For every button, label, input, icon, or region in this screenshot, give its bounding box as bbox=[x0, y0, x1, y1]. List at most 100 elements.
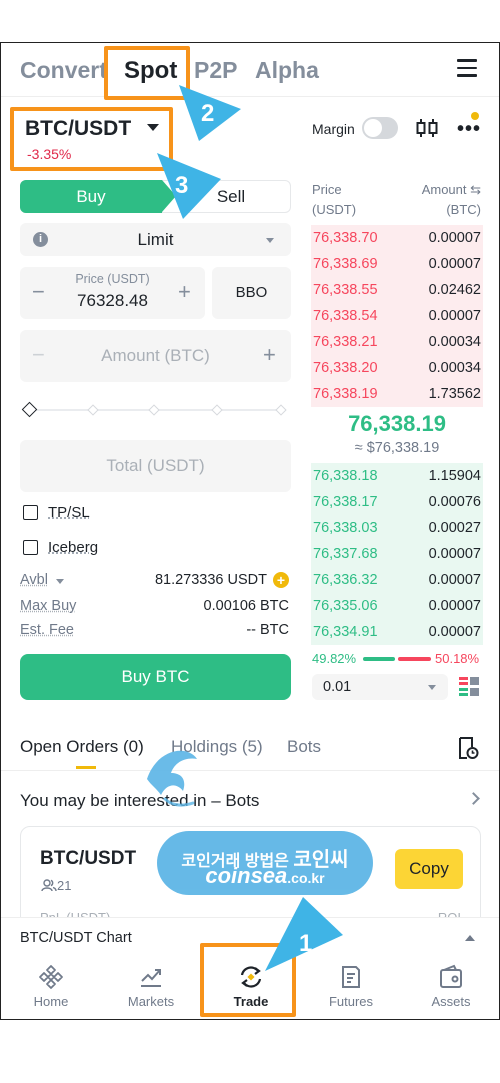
ob-amount-header[interactable]: Amount ⇆ (BTC) bbox=[422, 180, 481, 220]
tab-convert[interactable]: Convert bbox=[20, 57, 107, 84]
avbl-label[interactable]: Avbl bbox=[20, 572, 48, 588]
bid-price: 76,337.68 bbox=[313, 546, 378, 562]
dolphin-logo-icon bbox=[147, 750, 197, 807]
watermark-tld: .co.kr bbox=[287, 870, 325, 886]
price-input[interactable]: − Price (USDT) 76328.48 + bbox=[20, 267, 205, 319]
bid-row[interactable]: 76,338.03 0.00027 bbox=[311, 515, 483, 541]
more-options-icon[interactable]: ••• bbox=[457, 119, 481, 139]
last-price-usd: ≈ $76,338.19 bbox=[354, 440, 440, 456]
candlestick-chart-icon[interactable] bbox=[415, 117, 439, 139]
ask-price: 76,338.69 bbox=[313, 256, 378, 272]
orders-tab-bar: Open Orders (0) Holdings (5) Bots bbox=[1, 731, 499, 771]
orderbook-layout-icon[interactable] bbox=[458, 676, 480, 698]
active-tab-indicator bbox=[76, 766, 96, 769]
total-placeholder: Total (USDT) bbox=[106, 456, 205, 475]
bid-price: 76,338.17 bbox=[313, 494, 378, 510]
ask-price: 76,338.55 bbox=[313, 282, 378, 298]
ask-row[interactable]: 76,338.21 0.00034 bbox=[311, 329, 483, 355]
ask-row[interactable]: 76,338.54 0.00007 bbox=[311, 303, 483, 329]
bot-card-user-count: 21 bbox=[57, 878, 72, 893]
ask-amount: 1.73562 bbox=[428, 386, 481, 402]
bid-row[interactable]: 76,335.06 0.00007 bbox=[311, 593, 483, 619]
ask-amount: 0.00007 bbox=[428, 308, 481, 324]
add-funds-icon[interactable]: + bbox=[273, 572, 289, 588]
ask-row[interactable]: 76,338.19 1.73562 bbox=[311, 381, 483, 407]
order-type-select[interactable]: i Limit bbox=[20, 223, 291, 256]
nav-assets[interactable]: Assets bbox=[401, 960, 499, 1016]
ask-amount: 0.00034 bbox=[428, 334, 481, 350]
assets-icon bbox=[440, 964, 462, 988]
buy-ratio: 49.82% bbox=[312, 651, 357, 666]
chevron-right-icon[interactable] bbox=[467, 792, 480, 805]
bid-price: 76,336.32 bbox=[313, 572, 378, 588]
ob-price-header: Price (USDT) bbox=[312, 180, 356, 220]
tpsl-label[interactable]: TP/SL bbox=[48, 504, 90, 521]
ask-price: 76,338.21 bbox=[313, 334, 378, 350]
iceberg-checkbox[interactable] bbox=[23, 540, 38, 555]
last-price[interactable]: 76,338.19 bbox=[311, 411, 483, 437]
bid-row[interactable]: 76,338.18 1.15904 bbox=[311, 463, 483, 489]
nav-home[interactable]: Home bbox=[1, 960, 101, 1016]
nav-markets[interactable]: Markets bbox=[101, 960, 201, 1016]
ask-price: 76,338.54 bbox=[313, 308, 378, 324]
menu-icon[interactable] bbox=[457, 59, 477, 77]
bbo-label: BBO bbox=[235, 284, 268, 301]
bid-amount: 1.15904 bbox=[428, 468, 481, 484]
bot-card-pair: BTC/USDT bbox=[40, 848, 137, 869]
sell-ratio: 50.18% bbox=[435, 651, 480, 666]
bbo-button[interactable]: BBO bbox=[212, 267, 291, 319]
ask-row[interactable]: 76,338.69 0.00007 bbox=[311, 251, 483, 277]
order-type-value: Limit bbox=[137, 230, 174, 249]
coinsea-watermark: 코인거래 방법은 코인씨 coinsea.co.kr bbox=[157, 831, 373, 895]
nav-assets-label: Assets bbox=[431, 994, 471, 1009]
app-frame: Convert Spot P2P Alpha BTC/USDT -3.35% M… bbox=[0, 42, 500, 1020]
step-3-label: 3 bbox=[175, 172, 188, 199]
slider-node-50[interactable] bbox=[148, 404, 160, 416]
ask-row[interactable]: 76,338.70 0.00007 bbox=[311, 225, 483, 251]
copy-bot-button[interactable]: Copy bbox=[395, 849, 463, 889]
buy-tab[interactable]: Buy bbox=[20, 180, 176, 213]
slider-node-25[interactable] bbox=[87, 404, 99, 416]
order-history-icon[interactable] bbox=[457, 736, 479, 760]
bid-row[interactable]: 76,334.91 0.00007 bbox=[311, 619, 483, 645]
tpsl-checkbox[interactable] bbox=[23, 505, 38, 520]
precision-select[interactable]: 0.01 bbox=[312, 674, 448, 700]
tab-open-orders[interactable]: Open Orders (0) bbox=[20, 737, 144, 757]
total-input[interactable]: Total (USDT) bbox=[20, 440, 291, 492]
margin-toggle[interactable] bbox=[362, 117, 398, 139]
nav-home-label: Home bbox=[33, 994, 69, 1009]
ob-price-header-line1: Price bbox=[312, 182, 342, 197]
ob-amount-header-line1[interactable]: Amount ⇆ bbox=[422, 180, 481, 200]
slider-handle[interactable] bbox=[21, 401, 38, 418]
ob-price-header-line2: (USDT) bbox=[312, 202, 357, 217]
caret-up-icon[interactable] bbox=[465, 935, 475, 941]
bid-amount: 0.00007 bbox=[428, 598, 481, 614]
ask-row[interactable]: 76,338.55 0.02462 bbox=[311, 277, 483, 303]
chart-drawer-label[interactable]: BTC/USDT Chart bbox=[20, 930, 132, 946]
amount-input[interactable]: − Amount (BTC) + bbox=[20, 330, 291, 382]
top-tab-bar: Convert Spot P2P Alpha bbox=[1, 43, 499, 97]
caret-down-icon[interactable] bbox=[56, 579, 64, 584]
margin-label: Margin bbox=[312, 121, 355, 137]
ask-amount: 0.00007 bbox=[428, 230, 481, 246]
slider-node-100[interactable] bbox=[275, 404, 287, 416]
bid-row[interactable]: 76,338.17 0.00076 bbox=[311, 489, 483, 515]
precision-value: 0.01 bbox=[323, 679, 352, 695]
watermark-domain: coinsea bbox=[205, 863, 288, 888]
caret-down-icon bbox=[266, 238, 274, 243]
tab-alpha[interactable]: Alpha bbox=[255, 57, 319, 84]
home-icon bbox=[39, 965, 63, 989]
ask-row[interactable]: 76,338.20 0.00034 bbox=[311, 355, 483, 381]
price-increase-button[interactable]: + bbox=[178, 279, 191, 305]
step-1-arrow-icon: 1 bbox=[265, 897, 343, 971]
max-buy-label: Max Buy bbox=[20, 598, 77, 614]
iceberg-label[interactable]: Iceberg bbox=[48, 539, 98, 556]
slider-node-75[interactable] bbox=[211, 404, 223, 416]
tab-bots[interactable]: Bots bbox=[287, 737, 321, 757]
bid-row[interactable]: 76,337.68 0.00007 bbox=[311, 541, 483, 567]
amount-slider[interactable] bbox=[21, 401, 289, 418]
tab-p2p[interactable]: P2P bbox=[194, 57, 237, 84]
bid-row[interactable]: 76,336.32 0.00007 bbox=[311, 567, 483, 593]
amount-increase-button[interactable]: + bbox=[263, 342, 276, 368]
buy-btc-button[interactable]: Buy BTC bbox=[20, 654, 291, 700]
